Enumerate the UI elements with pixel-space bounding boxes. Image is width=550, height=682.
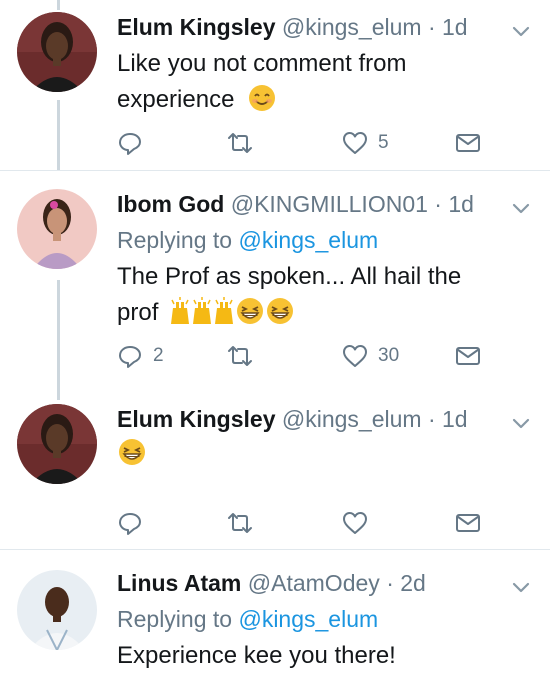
chevron-down-icon[interactable] bbox=[510, 412, 532, 434]
author-name[interactable]: Linus Atam bbox=[117, 570, 241, 596]
avatar[interactable] bbox=[17, 189, 97, 269]
separator-dot: · bbox=[427, 14, 436, 40]
retweet-button[interactable] bbox=[227, 128, 263, 158]
timestamp[interactable]: 1d bbox=[442, 406, 468, 432]
tweet-header: Linus Atam @AtamOdey · 2d bbox=[117, 568, 502, 598]
avatar[interactable] bbox=[17, 570, 97, 650]
reply-button[interactable] bbox=[117, 508, 153, 538]
tweet-header: Elum Kingsley @kings_elum · 1d bbox=[117, 404, 502, 434]
raised-hands-emoji bbox=[215, 297, 234, 324]
grinning-squinting-emoji bbox=[267, 298, 294, 324]
envelope-icon bbox=[456, 514, 480, 532]
timestamp[interactable]: 2d bbox=[400, 570, 426, 596]
tweet-text-line: Like you not comment from bbox=[117, 50, 407, 77]
author-handle[interactable]: @kings_elum bbox=[282, 14, 422, 40]
author-name[interactable]: Ibom God bbox=[117, 191, 224, 217]
like-button[interactable] bbox=[342, 508, 378, 538]
grinning-squinting-emoji bbox=[119, 439, 145, 465]
author-handle[interactable]: @AtamOdey bbox=[248, 570, 380, 596]
tweet[interactable]: Linus Atam @AtamOdey · 2d Replying to @k… bbox=[0, 550, 550, 682]
tweet[interactable]: Elum Kingsley @kings_elum · 1d Like you … bbox=[0, 0, 550, 170]
direct-message-button[interactable] bbox=[455, 341, 481, 371]
direct-message-button[interactable] bbox=[455, 508, 481, 538]
grinning-squinting-emoji bbox=[237, 298, 264, 324]
envelope-icon bbox=[456, 347, 480, 365]
tweet[interactable]: Ibom God @KINGMILLION01 · 1d Replying to… bbox=[0, 171, 550, 380]
raised-hands-emoji bbox=[193, 297, 212, 324]
heart-icon bbox=[343, 345, 367, 367]
replying-to-label: Replying to bbox=[117, 227, 233, 253]
chevron-down-icon[interactable] bbox=[510, 20, 532, 42]
chevron-down-icon[interactable] bbox=[510, 197, 532, 219]
tweet-text-line: The Prof as spoken... All hail the bbox=[117, 263, 462, 290]
separator-dot: · bbox=[386, 570, 394, 596]
reply-icon bbox=[119, 133, 141, 155]
retweet-icon bbox=[228, 133, 252, 153]
retweet-button[interactable] bbox=[227, 508, 263, 538]
tweet-text-line: Experience kee you there! bbox=[117, 642, 396, 669]
author-handle[interactable]: @KINGMILLION01 bbox=[231, 191, 428, 217]
direct-message-button[interactable] bbox=[455, 128, 481, 158]
tweet-text bbox=[117, 436, 520, 472]
like-button[interactable]: 5 bbox=[342, 128, 389, 158]
retweet-icon bbox=[228, 346, 252, 366]
retweet-icon bbox=[228, 513, 252, 533]
timestamp[interactable]: 1d bbox=[448, 191, 474, 217]
reply-count: 2 bbox=[153, 345, 164, 366]
tweet-actions: 5 bbox=[117, 128, 487, 158]
reply-button[interactable] bbox=[117, 128, 153, 158]
chevron-down-icon[interactable] bbox=[510, 576, 532, 598]
tweet-text: The Prof as spoken... All hail the prof bbox=[117, 259, 520, 331]
reply-button[interactable]: 2 bbox=[117, 341, 164, 371]
replying-to: Replying to @kings_elum bbox=[117, 604, 378, 634]
author-name[interactable]: Elum Kingsley bbox=[117, 406, 275, 432]
tweet-header: Ibom God @KINGMILLION01 · 1d bbox=[117, 189, 502, 219]
heart-icon bbox=[343, 132, 367, 154]
like-count: 5 bbox=[378, 132, 389, 153]
tweet-actions: 2 30 bbox=[117, 341, 487, 371]
tweet-text-line: experience bbox=[117, 86, 235, 113]
heart-icon bbox=[343, 512, 367, 534]
avatar[interactable] bbox=[17, 12, 97, 92]
reply-icon bbox=[119, 513, 141, 535]
tweet-text: Experience kee you there! bbox=[117, 638, 520, 674]
separator-dot: · bbox=[427, 406, 436, 432]
retweet-button[interactable] bbox=[227, 341, 263, 371]
raised-hands-emoji bbox=[171, 297, 190, 324]
like-button[interactable]: 30 bbox=[342, 341, 399, 371]
author-name[interactable]: Elum Kingsley bbox=[117, 14, 275, 40]
reply-icon bbox=[119, 346, 141, 368]
tweet-text: Like you not comment from experience bbox=[117, 46, 520, 118]
timestamp[interactable]: 1d bbox=[442, 14, 468, 40]
mention-link[interactable]: @kings_elum bbox=[238, 606, 378, 632]
tweet-text-line: prof bbox=[117, 299, 159, 326]
smiling-face-emoji bbox=[249, 85, 276, 111]
like-count: 30 bbox=[378, 345, 400, 366]
tweet[interactable]: Elum Kingsley @kings_elum · 1d bbox=[0, 380, 550, 548]
author-handle[interactable]: @kings_elum bbox=[282, 406, 422, 432]
tweet-actions bbox=[117, 508, 487, 538]
replying-to-label: Replying to bbox=[117, 606, 233, 632]
separator-dot: · bbox=[434, 191, 442, 217]
avatar[interactable] bbox=[17, 404, 97, 484]
mention-link[interactable]: @kings_elum bbox=[238, 227, 378, 253]
envelope-icon bbox=[456, 134, 480, 152]
tweet-header: Elum Kingsley @kings_elum · 1d bbox=[117, 12, 502, 42]
replying-to: Replying to @kings_elum bbox=[117, 225, 378, 255]
